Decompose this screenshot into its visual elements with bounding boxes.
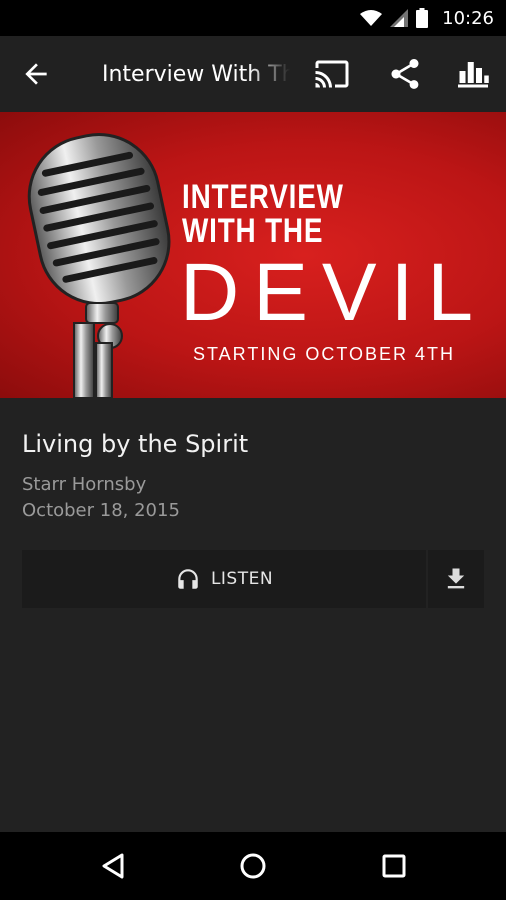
status-bar: 10:26	[0, 0, 506, 36]
sermon-title: Living by the Spirit	[22, 430, 249, 458]
listen-button[interactable]: LISTEN	[22, 550, 426, 608]
banner-line-4: STARTING OCTOBER 4TH	[193, 344, 456, 364]
status-icons: 10:26	[360, 6, 494, 30]
back-arrow-icon[interactable]	[20, 58, 52, 90]
download-button[interactable]	[428, 550, 484, 608]
sermon-speaker: Starr Hornsby	[22, 474, 147, 495]
banner-line-3: DEVIL	[180, 247, 487, 338]
listen-label: LISTEN	[210, 569, 274, 589]
microphone-icon	[27, 133, 171, 398]
wifi-icon	[360, 10, 383, 26]
page-title: Interview With The Devil	[102, 62, 290, 87]
status-time: 10:26	[442, 7, 494, 29]
nav-back-icon[interactable]	[98, 850, 130, 882]
battery-icon	[416, 8, 429, 28]
series-banner-image: INTERVIEW WITH THE DEVIL STARTING OCTOBE…	[0, 112, 506, 398]
download-icon	[447, 568, 465, 589]
equalizer-icon[interactable]	[455, 56, 491, 92]
signal-icon	[390, 9, 409, 27]
share-icon[interactable]	[387, 56, 423, 92]
headphones-icon	[178, 569, 198, 589]
nav-recents-icon[interactable]	[378, 850, 410, 882]
app-bar: Interview With The Devil	[0, 36, 506, 112]
system-nav-bar	[0, 832, 506, 900]
nav-home-icon[interactable]	[237, 850, 269, 882]
cast-icon[interactable]	[314, 56, 350, 92]
sermon-date: October 18, 2015	[22, 500, 180, 521]
